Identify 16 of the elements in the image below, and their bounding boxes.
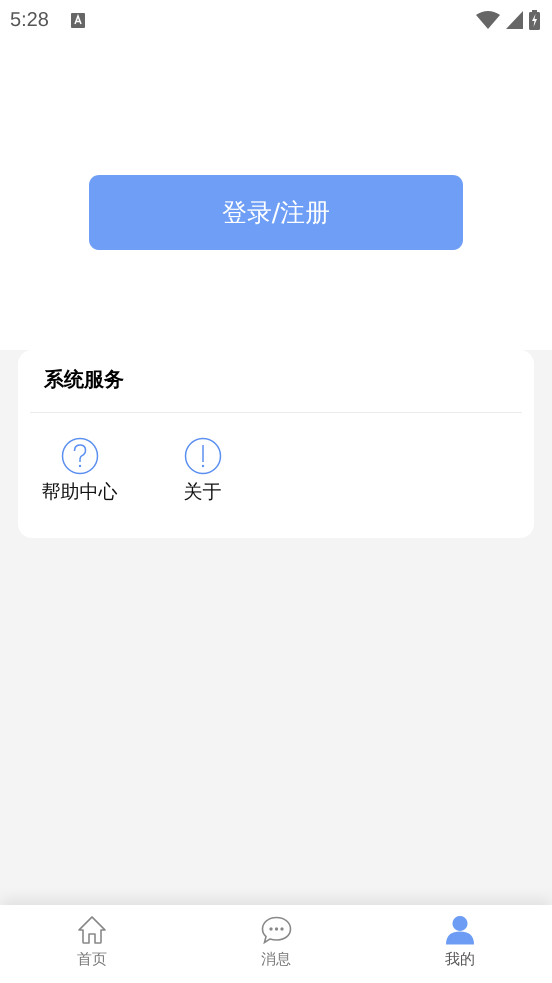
battery-icon [529, 10, 540, 30]
service-item[interactable]: 帮助中心 [18, 437, 141, 505]
chat-icon [260, 915, 292, 945]
wifi-icon [476, 11, 500, 29]
section-title: 系统服务 [42, 366, 124, 393]
home-icon [77, 915, 107, 945]
help-icon [60, 437, 98, 475]
tab[interactable]: 首页 [0, 905, 184, 983]
tab[interactable]: 我的 [368, 905, 552, 983]
person-icon [446, 915, 474, 945]
service-item[interactable]: 关于 [141, 437, 264, 505]
info-icon [184, 437, 222, 475]
tab[interactable]: 消息 [184, 905, 368, 983]
status-time: 5:28 [10, 8, 49, 32]
keyboard-icon [70, 12, 85, 28]
signal-icon [506, 11, 523, 29]
